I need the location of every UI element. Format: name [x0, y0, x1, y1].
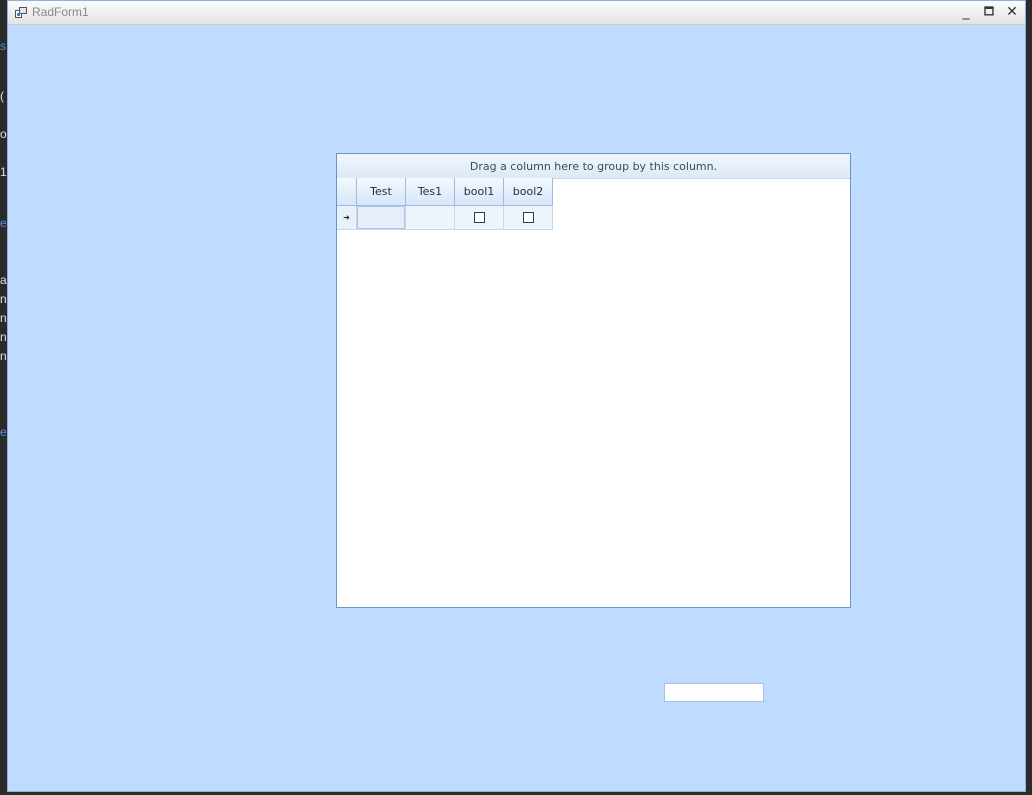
maximize-button[interactable]: 🗖 [979, 3, 999, 21]
column-header-bool1[interactable]: bool1 [455, 178, 504, 206]
table-row[interactable]: ➜ [337, 206, 553, 230]
data-grid[interactable]: Drag a column here to group by this colu… [336, 153, 851, 608]
text-input[interactable] [664, 683, 764, 702]
cell-test[interactable] [357, 206, 406, 230]
cell-tes1[interactable] [406, 206, 455, 230]
column-header-tes1[interactable]: Tes1 [406, 178, 455, 206]
cell-bool1[interactable] [455, 206, 504, 230]
minimize-button[interactable]: _ [956, 3, 976, 21]
group-panel[interactable]: Drag a column here to group by this colu… [337, 154, 850, 179]
column-header-test[interactable]: Test [357, 178, 406, 206]
close-button[interactable]: ✕ [1002, 3, 1022, 21]
cell-bool2[interactable] [504, 206, 553, 230]
radform-window: RadForm1 _ 🗖 ✕ Drag a column here to gro… [7, 0, 1026, 792]
header-row: Test Tes1 bool1 bool2 [337, 178, 553, 206]
title-bar[interactable]: RadForm1 _ 🗖 ✕ [8, 1, 1025, 25]
row-indicator-header [337, 178, 357, 206]
checkbox-bool2[interactable] [522, 212, 534, 223]
checkbox-bool1[interactable] [473, 212, 485, 223]
window-title: RadForm1 [32, 5, 89, 19]
column-header-bool2[interactable]: bool2 [504, 178, 553, 206]
app-icon [15, 7, 27, 18]
current-row-arrow-icon: ➜ [337, 206, 357, 230]
